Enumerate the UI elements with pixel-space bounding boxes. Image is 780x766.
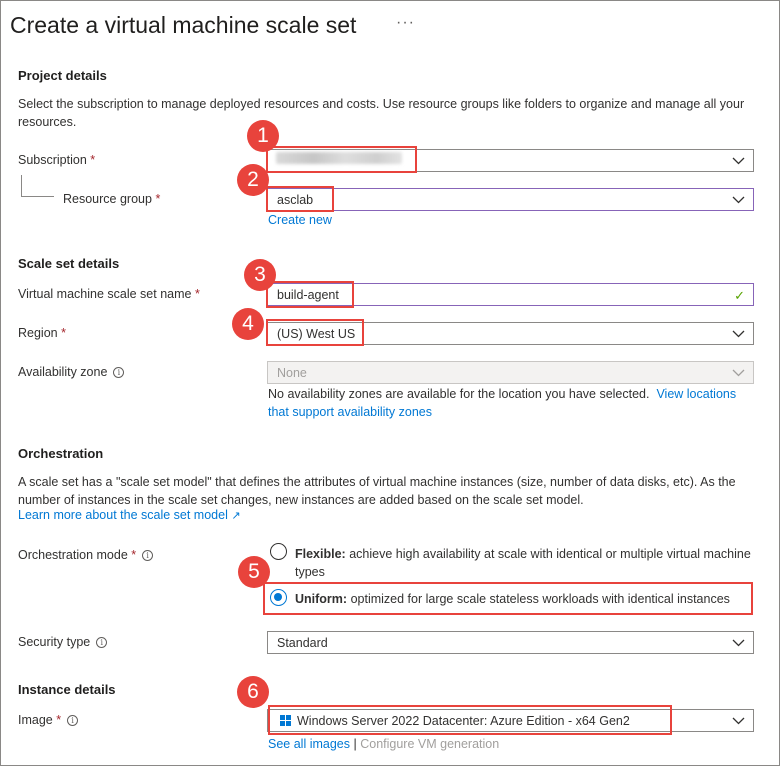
external-link-icon: ↗ [231,510,241,522]
security-type-value: Standard [277,635,328,650]
configure-vm-generation-link: Configure VM generation [360,737,500,751]
orchestration-mode-label: Orchestration mode * i [18,548,154,562]
orchestration-description: A scale set has a "scale set model" that… [18,475,736,507]
chevron-down-icon [732,369,745,377]
info-icon[interactable]: i [142,550,154,561]
chevron-down-icon [732,639,745,647]
see-all-images-link[interactable]: See all images [268,737,350,751]
chevron-down-icon [732,330,745,338]
tree-connector [21,175,22,196]
learn-more-link[interactable]: Learn more about the scale set model ↗ [18,508,241,522]
view-locations-link[interactable]: View locations [656,387,736,401]
highlight-box-6 [268,705,672,735]
info-icon[interactable]: i [96,637,108,648]
callout-badge-3: 3 [244,259,276,291]
highlight-box-1 [266,146,417,173]
availability-zone-value: None [277,365,307,380]
project-details-description: Select the subscription to manage deploy… [18,97,745,129]
callout-badge-6: 6 [237,676,269,708]
highlight-box-3 [266,281,354,308]
resource-group-label: Resource group * [63,192,161,206]
callout-badge-1: 1 [247,120,279,152]
security-type-dropdown[interactable]: Standard [267,631,754,654]
info-icon[interactable]: i [67,715,79,726]
security-type-label: Security type i [18,635,108,649]
callout-badge-5: 5 [238,556,270,588]
image-label: Image * i [18,713,79,727]
subscription-label: Subscription * [18,153,96,167]
create-new-link[interactable]: Create new [268,213,332,227]
more-options-icon[interactable]: ··· [396,14,415,32]
project-details-heading: Project details [18,68,107,83]
availability-zone-dropdown: None [267,361,754,384]
instance-details-heading: Instance details [18,682,116,697]
highlight-box-2 [266,186,334,212]
resource-group-dropdown[interactable]: asclab [267,188,754,211]
region-label: Region * [18,326,66,340]
scale-set-details-heading: Scale set details [18,256,120,271]
orchestration-heading: Orchestration [18,446,104,461]
flexible-radio[interactable] [270,543,287,560]
tree-connector [21,196,54,197]
highlight-box-4 [266,319,364,346]
link-separator: | [353,737,357,751]
callout-badge-2: 2 [237,164,269,196]
availability-zone-label: Availability zone i [18,365,125,379]
availability-zones-link[interactable]: that support availability zones [268,405,432,419]
highlight-box-5 [263,582,753,615]
chevron-down-icon [732,717,745,725]
image-links: See all images | Configure VM generation [268,737,499,751]
checkmark-icon: ✓ [734,288,745,303]
flexible-option-text[interactable]: Flexible: achieve high availability at s… [295,545,755,581]
page-title: Create a virtual machine scale set [10,12,357,38]
callout-badge-4: 4 [232,308,264,340]
chevron-down-icon [732,157,745,165]
scale-set-name-label: Virtual machine scale set name * [18,287,200,301]
info-icon[interactable]: i [113,367,125,378]
chevron-down-icon [732,196,745,204]
availability-zone-note: No availability zones are available for … [268,387,737,419]
